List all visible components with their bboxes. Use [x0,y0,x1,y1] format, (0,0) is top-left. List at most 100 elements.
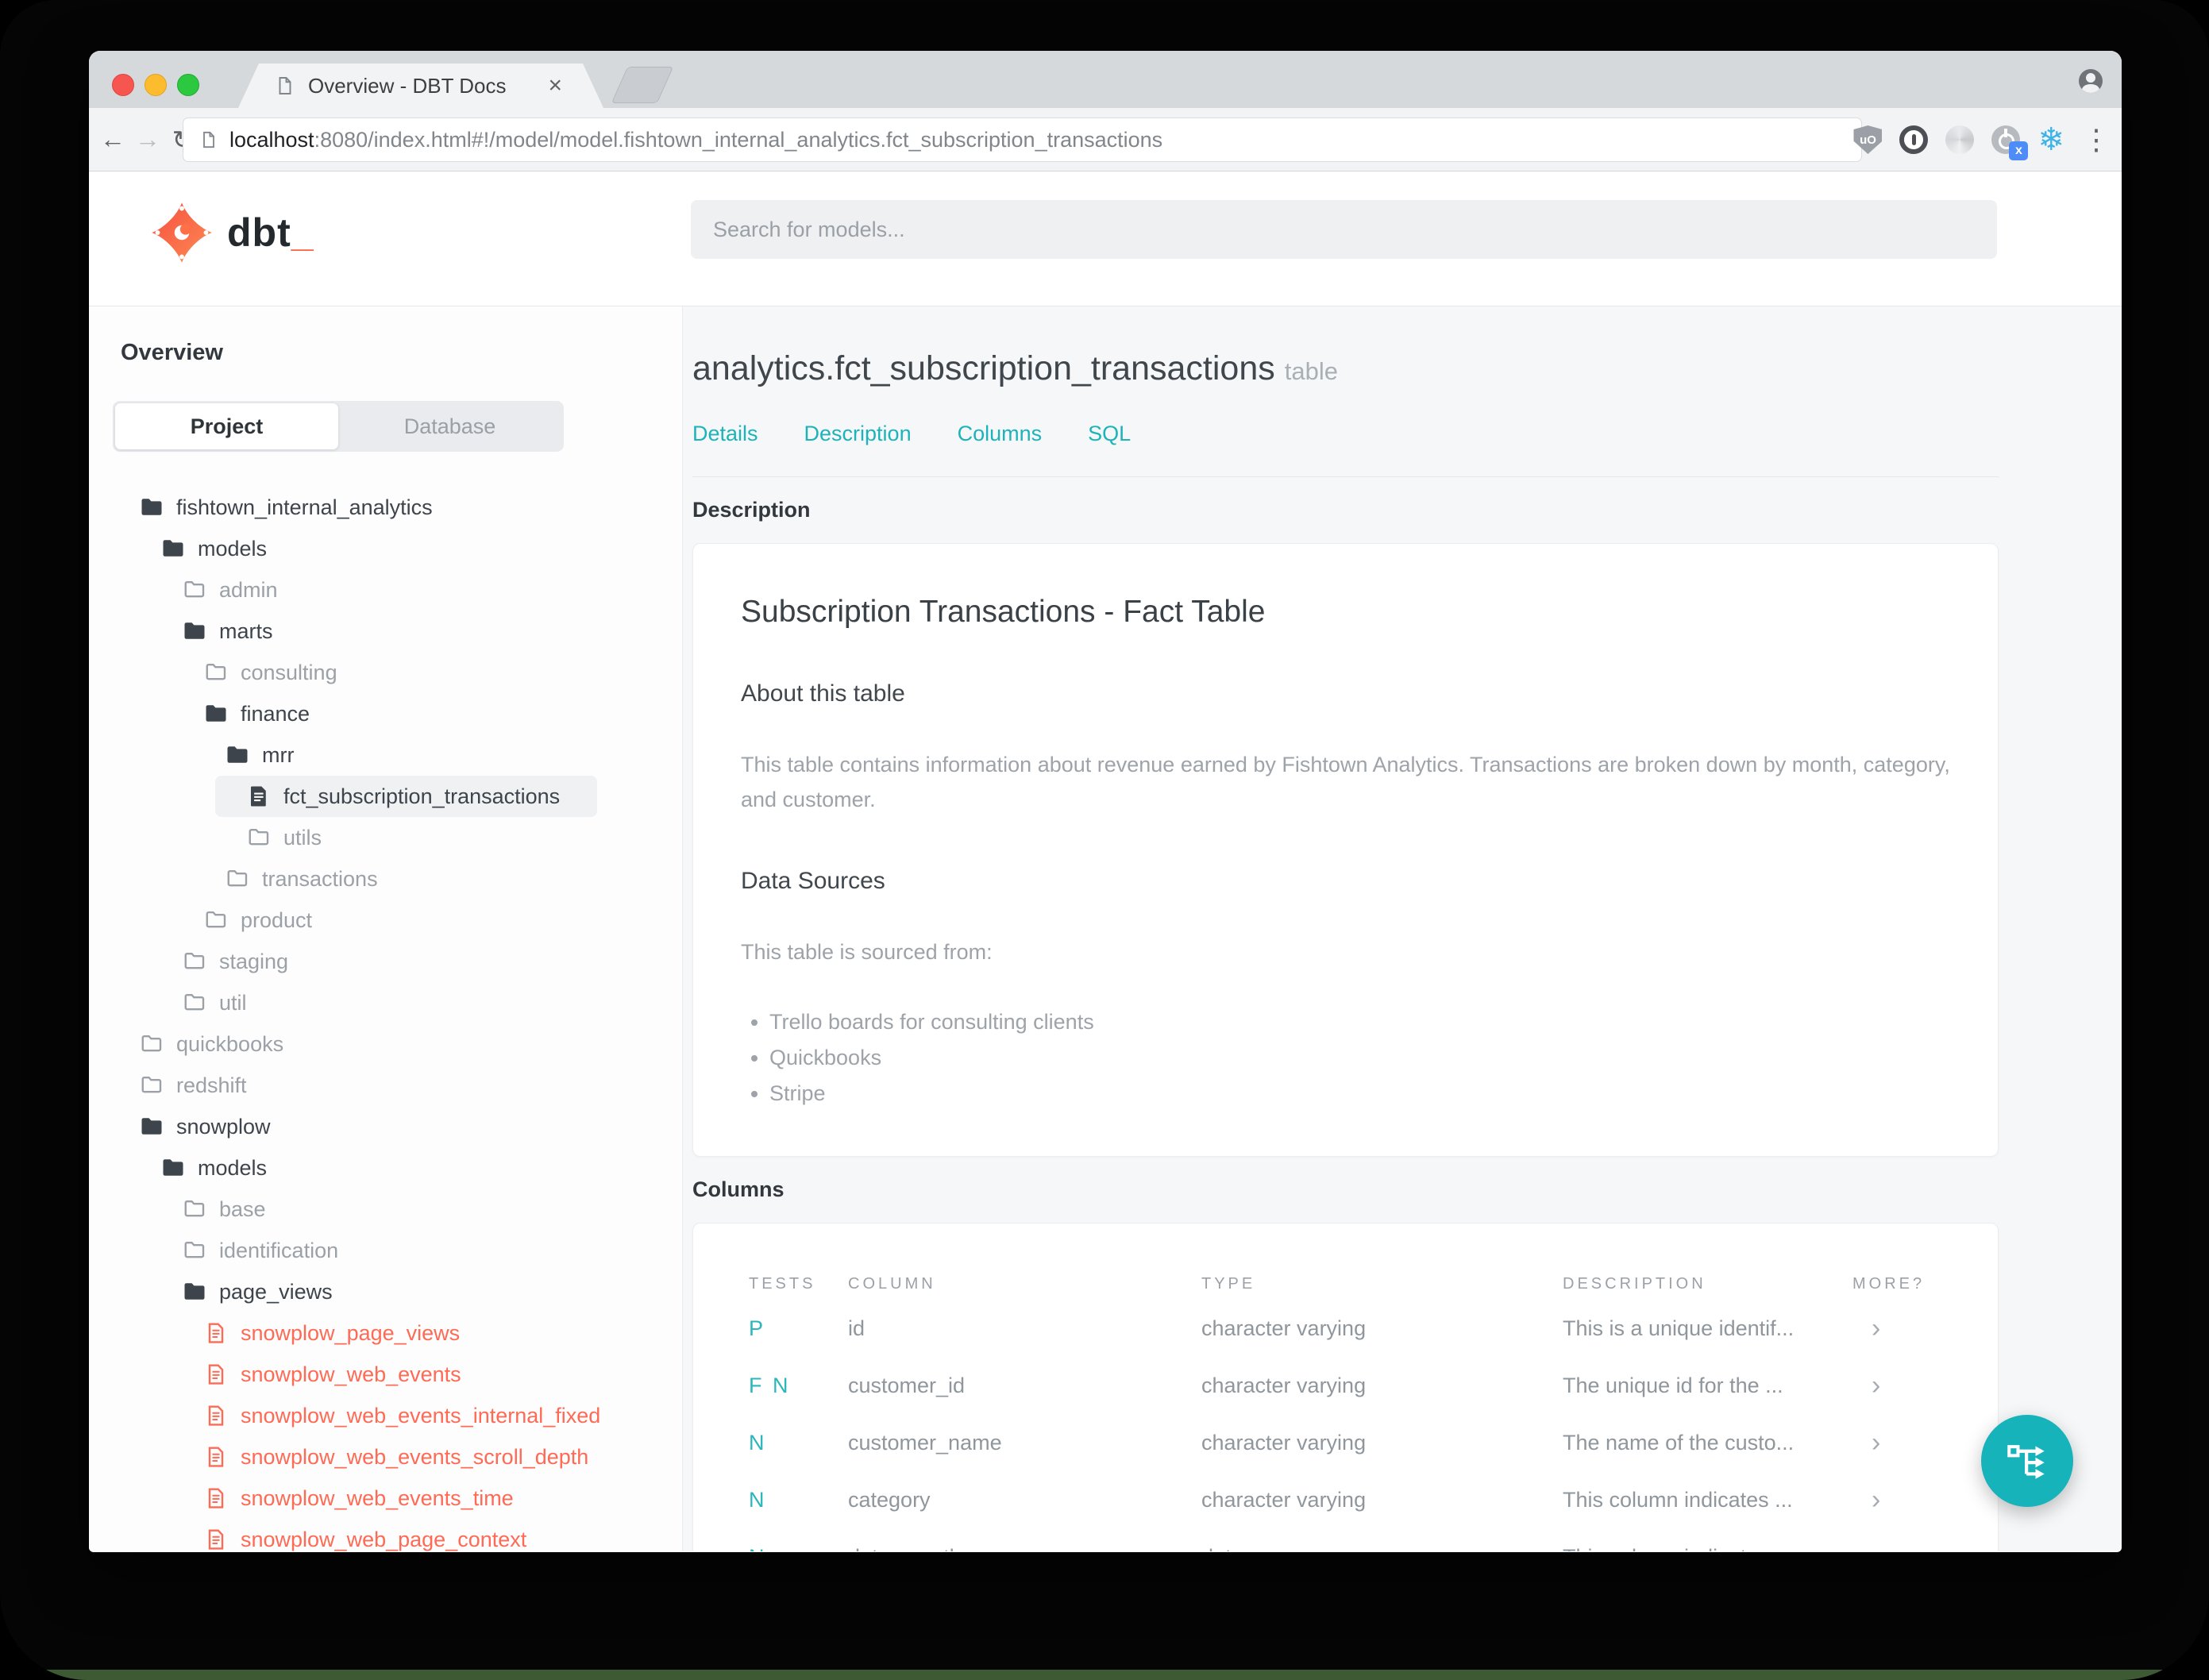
power-extension-icon[interactable]: x [1991,125,2029,160]
address-bar[interactable]: localhost:8080/index.html#!/model/model.… [183,118,1862,162]
close-window-button[interactable] [112,74,134,96]
col-header-column: COLUMN [848,1274,936,1293]
browser-tab[interactable]: Overview - DBT Docs × [238,64,603,108]
snowflake-extension-icon[interactable]: ❄ [2037,124,2064,156]
dbt-logo[interactable]: dbt _ [151,202,314,264]
tree-item-folder[interactable]: consulting [121,652,597,693]
col-header-description: DESCRIPTION [1563,1274,1706,1293]
tree-item-folder[interactable]: staging [121,941,597,982]
forward-button[interactable]: → [130,125,165,154]
folder-closed-icon [204,661,228,684]
lineage-graph-button[interactable] [1981,1415,2073,1507]
new-tab-button[interactable] [611,67,674,103]
tree-item-model[interactable]: snowplow_web_events_time [121,1478,597,1519]
sources-list: Trello boards for consulting clients Qui… [741,1004,1950,1112]
tree-item-model[interactable]: snowplow_web_events [121,1354,597,1395]
tree-item-label: models [198,536,268,561]
tree-item-folder[interactable]: quickbooks [121,1023,597,1065]
nav-columns-link[interactable]: Columns [958,422,1043,446]
sidebar: Overview Project Database fishtown_inter… [89,306,683,1551]
tree-item-folder[interactable]: marts [121,611,597,652]
tree-item-folder[interactable]: transactions [121,858,597,900]
nav-sql-link[interactable]: SQL [1088,422,1131,446]
ublock-extension-icon[interactable]: uO [1853,125,1883,154]
tree-item-folder[interactable]: fishtown_internal_analytics [121,487,597,528]
about-heading: About this table [741,680,905,707]
column-name: date_month [848,1545,1201,1552]
dbt-logo-cursor: _ [291,210,314,255]
tree-item-folder[interactable]: base [121,1189,597,1230]
folder-closed-icon [204,908,228,932]
tree-item-label: models [198,1155,268,1180]
tree-item-model[interactable]: snowplow_web_events_scroll_depth [121,1436,597,1478]
folder-open-icon [161,1156,185,1180]
folder-closed-icon [183,950,206,973]
column-description: The name of the custo... [1563,1430,1795,1455]
tree-item-folder[interactable]: identification [121,1230,597,1271]
tab-database[interactable]: Database [338,403,561,449]
expand-row-chevron[interactable]: › [1852,1542,1998,1552]
search-bar [691,200,1997,259]
expand-row-chevron[interactable]: › [1852,1485,1998,1516]
folder-open-icon [140,1115,164,1139]
table-row[interactable]: N category character varying This column… [749,1471,1998,1528]
url-text: localhost:8080/index.html#!/model/model.… [229,128,1162,152]
table-row[interactable]: N customer_name character varying The na… [749,1414,1998,1471]
column-type: character varying [1201,1316,1367,1340]
table-row[interactable]: F N customer_id character varying The un… [749,1357,1998,1414]
tree-item-folder[interactable]: product [121,900,597,941]
folder-closed-icon [183,1197,206,1221]
tree-item-model[interactable]: snowplow_web_events_internal_fixed [121,1395,600,1436]
tree-item-folder[interactable]: finance [121,693,597,734]
browser-menu-icon[interactable]: ⋮ [2082,125,2111,154]
tree-item-folder[interactable]: models [121,1147,597,1189]
zoom-window-button[interactable] [177,74,199,96]
file-icon [247,784,271,808]
col-header-type: TYPE [1201,1274,1256,1293]
folder-open-icon [183,1280,206,1304]
tree-item-label: mrr [262,742,295,767]
expand-row-chevron[interactable]: › [1852,1313,1998,1344]
tree-item-label: base [219,1196,266,1221]
profile-icon[interactable] [2079,69,2103,93]
nav-details-link[interactable]: Details [692,422,758,446]
tree-item-folder[interactable]: admin [121,569,597,611]
tree-item-model-selected[interactable]: fct_subscription_transactions [215,776,597,817]
folder-open-icon [140,495,164,519]
tree-item-label: consulting [241,660,337,684]
close-tab-icon[interactable]: × [548,74,562,98]
tree-item-folder[interactable]: page_views [121,1271,597,1312]
folder-closed-icon [140,1073,164,1097]
back-button[interactable]: ← [95,125,130,154]
tree-item-folder[interactable]: util [121,982,597,1023]
tree-item-label: snowplow_web_page_context [241,1527,527,1551]
sidebar-overview-link[interactable]: Overview [121,340,682,366]
minimize-window-button[interactable] [145,74,167,96]
file-outline-icon [204,1445,228,1469]
desktop-edge [0,1670,2209,1680]
tree-item-folder[interactable]: snowplow [121,1106,597,1147]
expand-row-chevron[interactable]: › [1852,1428,1998,1458]
tree-item-model[interactable]: snowplow_web_page_context [121,1519,597,1551]
column-description: This column indicates ... [1563,1545,1852,1552]
nav-description-link[interactable]: Description [804,422,912,446]
tree-item-label: utils [283,825,322,850]
browser-window: Overview - DBT Docs × ← → ↻ localhost:80… [89,51,2122,1552]
tab-project[interactable]: Project [115,403,338,449]
column-type: character varying [1201,1373,1367,1397]
password-extension-icon[interactable] [1899,125,1929,154]
tree-item-folder[interactable]: utils [121,817,597,858]
tree-item-folder[interactable]: mrr [121,734,597,776]
table-row[interactable]: N date_month date This column indicates … [749,1528,1998,1552]
column-type: character varying [1201,1430,1367,1455]
page-icon [199,130,218,149]
table-row[interactable]: P id character varying This is a unique … [749,1300,1998,1357]
tree-item-model[interactable]: snowplow_page_views [121,1312,597,1354]
tree-item-folder[interactable]: redshift [121,1065,597,1106]
search-input[interactable] [691,217,1997,242]
extension-icon[interactable] [1945,125,1975,154]
tree-item-folder[interactable]: models [121,528,597,569]
expand-row-chevron[interactable]: › [1852,1370,1998,1401]
file-outline-icon [204,1528,228,1551]
toolbar-extensions: uO x ❄ ⋮ [1853,108,2111,171]
